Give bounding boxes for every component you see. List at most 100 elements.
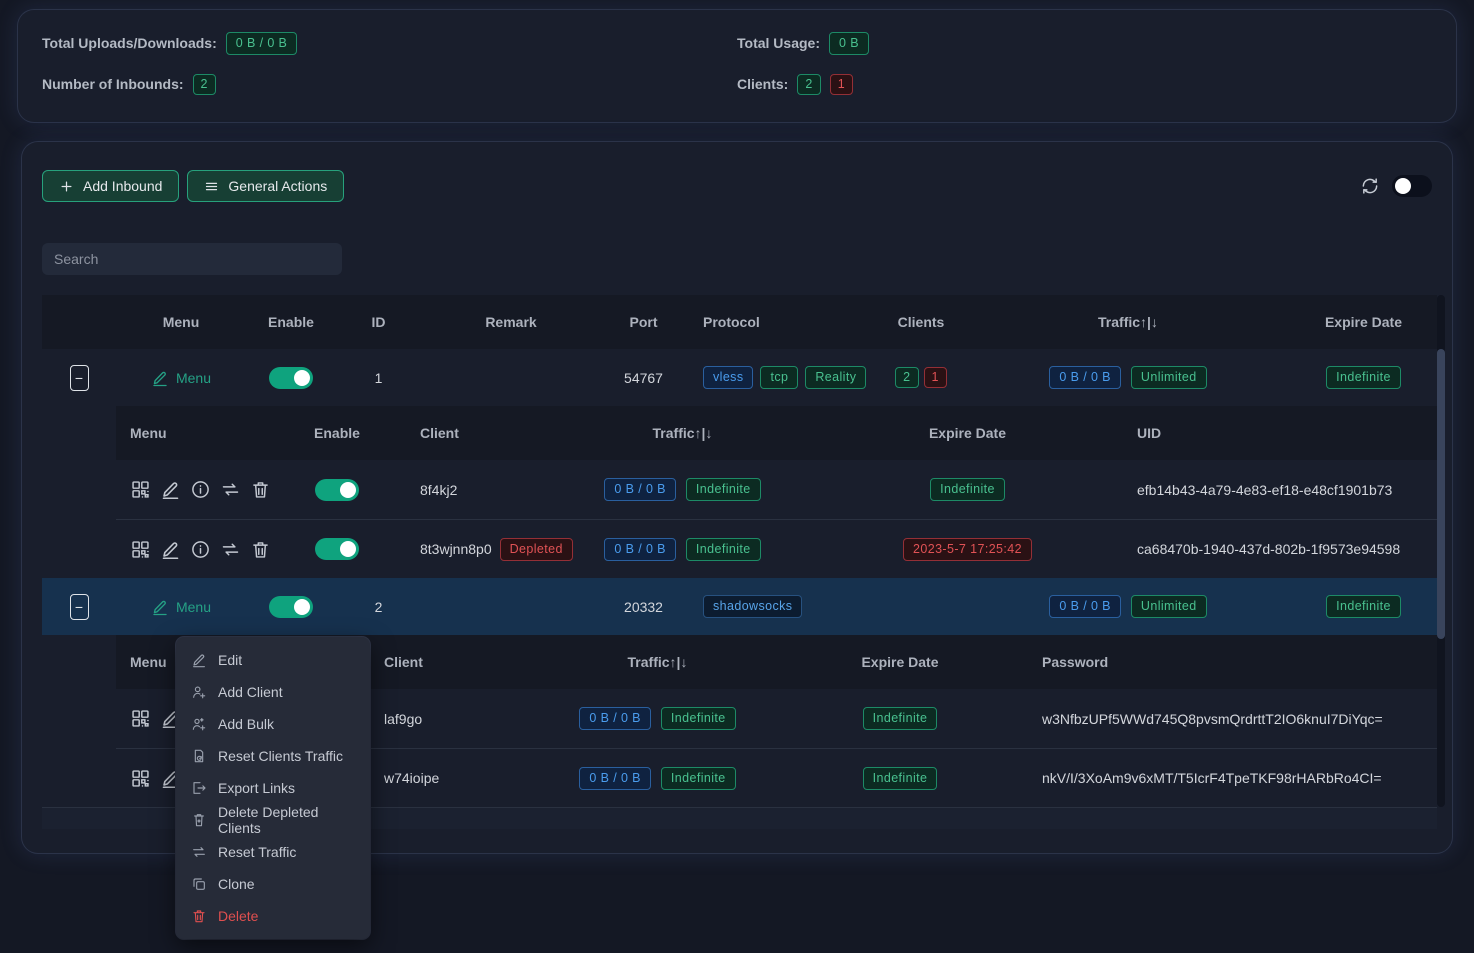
header-password: Password bbox=[1030, 635, 1437, 689]
total-usage-badge: 0 B bbox=[829, 32, 869, 55]
traffic-badge: 0 B / 0 B bbox=[1049, 366, 1121, 389]
add-inbound-button[interactable]: Add Inbound bbox=[42, 170, 179, 202]
inbound-menu-button[interactable]: Menu bbox=[151, 369, 211, 387]
table-scrollbar-thumb[interactable] bbox=[1437, 349, 1445, 639]
client-row: 8t3wjnn8p0 Depleted 0 B / 0 B Indefinite… bbox=[116, 519, 1437, 578]
inbound-menu-button[interactable]: Menu bbox=[151, 598, 211, 616]
menu-item-reset-clients-traffic[interactable]: Reset Clients Traffic bbox=[176, 740, 370, 772]
header-menu: Menu bbox=[116, 295, 246, 349]
header-enable: Enable bbox=[300, 406, 374, 460]
inbound-menu-label: Menu bbox=[176, 370, 211, 386]
menu-item-add-client[interactable]: Add Client bbox=[176, 676, 370, 708]
menu-item-edit[interactable]: Edit bbox=[176, 644, 370, 676]
edit-client-icon[interactable] bbox=[160, 479, 181, 500]
header-traffic-sort[interactable]: Traffic↑|↓ bbox=[555, 406, 810, 460]
client-name: laf9go bbox=[374, 689, 545, 748]
expire-badge: Indefinite bbox=[863, 767, 938, 790]
inbound-menu-label: Menu bbox=[176, 599, 211, 615]
enable-toggle[interactable] bbox=[269, 367, 313, 389]
stat-clients: Clients: 2 1 bbox=[737, 69, 1432, 99]
stat-label: Total Uploads/Downloads: bbox=[42, 35, 217, 51]
protocol-badge: vless bbox=[703, 366, 753, 389]
toolbar: Add Inbound General Actions bbox=[42, 170, 1432, 202]
header-enable: Enable bbox=[246, 295, 336, 349]
client-password: nkV/I/3XoAm9v6xMT/T5IcrF4TpeTKF98rHARbRo… bbox=[1030, 749, 1437, 807]
table-header-row: Menu Enable ID Remark Port Protocol Clie… bbox=[42, 295, 1437, 349]
protocol-badge: shadowsocks bbox=[703, 595, 802, 618]
traffic-limit-badge: Indefinite bbox=[686, 478, 761, 501]
header-protocol: Protocol bbox=[686, 295, 876, 349]
stats-card: Total Uploads/Downloads: 0 B / 0 B Total… bbox=[18, 10, 1456, 122]
reset-clients-traffic-icon bbox=[191, 748, 207, 764]
traffic-limit-badge: Unlimited bbox=[1131, 366, 1207, 389]
collapse-row-button[interactable]: − bbox=[70, 365, 89, 391]
traffic-badge: 0 B / 0 B bbox=[1049, 595, 1121, 618]
qr-code-icon[interactable] bbox=[130, 539, 151, 560]
inbound-id: 2 bbox=[336, 578, 421, 635]
clients-subtable-1: Menu Enable Client Traffic↑|↓ Expire Dat… bbox=[116, 406, 1437, 578]
delete-client-icon[interactable] bbox=[250, 539, 271, 560]
traffic-badge: 0 B / 0 B bbox=[579, 707, 651, 730]
expire-badge: Indefinite bbox=[1326, 366, 1401, 389]
reset-traffic-icon[interactable] bbox=[220, 539, 241, 560]
reset-traffic-icon[interactable] bbox=[220, 479, 241, 500]
inbound-remark bbox=[421, 349, 601, 406]
stat-total-uploads-downloads: Total Uploads/Downloads: 0 B / 0 B bbox=[42, 28, 737, 58]
client-name: 8f4kj2 bbox=[374, 460, 555, 519]
stat-label: Total Usage: bbox=[737, 35, 820, 51]
header-traffic-sort[interactable]: Traffic↑|↓ bbox=[545, 635, 770, 689]
collapse-row-button[interactable]: − bbox=[70, 594, 89, 620]
menu-item-delete[interactable]: Delete bbox=[176, 900, 370, 932]
menu-lines-icon bbox=[204, 179, 219, 194]
header-menu: Menu bbox=[116, 406, 300, 460]
clients-depleted-badge: 1 bbox=[924, 367, 947, 388]
expire-badge: Indefinite bbox=[930, 478, 1005, 501]
header-uid: UID bbox=[1125, 406, 1437, 460]
edit-client-icon[interactable] bbox=[160, 539, 181, 560]
header-expire-date: Expire Date bbox=[770, 635, 1030, 689]
traffic-limit-badge: Unlimited bbox=[1131, 595, 1207, 618]
client-password: w3NfbzUPf5WWd745Q8pvsmQrdrttT2IO6knuI7Di… bbox=[1030, 689, 1437, 748]
traffic-badge: 0 B / 0 B bbox=[604, 478, 676, 501]
menu-item-delete-depleted-clients[interactable]: Delete Depleted Clients bbox=[176, 804, 370, 836]
qr-code-icon[interactable] bbox=[130, 708, 151, 729]
edit-icon bbox=[191, 652, 207, 668]
header-traffic-sort[interactable]: Traffic↑|↓ bbox=[966, 295, 1290, 349]
delete-client-icon[interactable] bbox=[250, 479, 271, 500]
enable-toggle[interactable] bbox=[269, 596, 313, 618]
qr-code-icon[interactable] bbox=[130, 768, 151, 789]
header-expire-date: Expire Date bbox=[810, 406, 1125, 460]
traffic-limit-badge: Indefinite bbox=[686, 538, 761, 561]
stat-total-usage: Total Usage: 0 B bbox=[737, 28, 1432, 58]
traffic-limit-badge: Indefinite bbox=[661, 767, 736, 790]
info-icon[interactable] bbox=[190, 479, 211, 500]
menu-item-add-bulk[interactable]: Add Bulk bbox=[176, 708, 370, 740]
menu-item-clone[interactable]: Clone bbox=[176, 868, 370, 900]
protocol-badge: tcp bbox=[760, 366, 798, 389]
edit-pencil-icon bbox=[151, 369, 169, 387]
traffic-limit-badge: Indefinite bbox=[661, 707, 736, 730]
clone-icon bbox=[191, 876, 207, 892]
menu-item-export-links[interactable]: Export Links bbox=[176, 772, 370, 804]
header-clients: Clients bbox=[876, 295, 966, 349]
info-icon[interactable] bbox=[190, 539, 211, 560]
total-uploads-downloads-badge: 0 B / 0 B bbox=[226, 32, 298, 55]
client-enable-toggle[interactable] bbox=[315, 538, 359, 560]
add-client-icon bbox=[191, 684, 207, 700]
inbound-port: 54767 bbox=[601, 349, 686, 406]
stat-number-of-inbounds: Number of Inbounds: 2 bbox=[42, 69, 737, 99]
menu-item-reset-traffic[interactable]: Reset Traffic bbox=[176, 836, 370, 868]
header-port: Port bbox=[601, 295, 686, 349]
general-actions-button[interactable]: General Actions bbox=[187, 170, 344, 202]
client-enable-toggle[interactable] bbox=[315, 479, 359, 501]
qr-code-icon[interactable] bbox=[130, 479, 151, 500]
inbound-remark bbox=[421, 578, 601, 635]
clients-header-row: Menu Enable Client Traffic↑|↓ Expire Dat… bbox=[116, 406, 1437, 460]
plus-icon bbox=[59, 179, 74, 194]
edit-pencil-icon bbox=[151, 598, 169, 616]
refresh-icon[interactable] bbox=[1360, 176, 1380, 196]
toolbar-toggle[interactable] bbox=[1392, 175, 1432, 197]
reset-traffic-icon bbox=[191, 844, 207, 860]
search-input[interactable] bbox=[42, 243, 342, 275]
clients-depleted-badge: 1 bbox=[830, 74, 853, 95]
